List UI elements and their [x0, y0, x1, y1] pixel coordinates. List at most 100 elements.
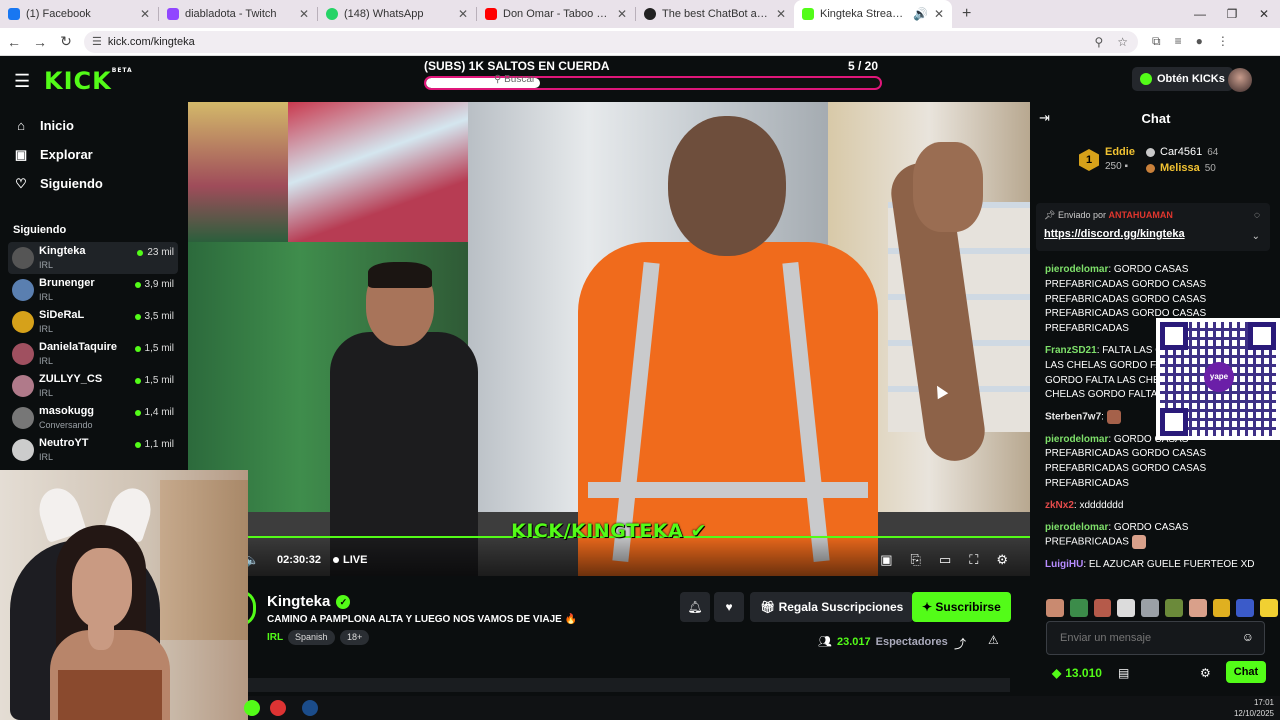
hamburger-menu-icon[interactable]: ☰: [14, 71, 30, 92]
kicks-balance[interactable]: ◆ 13.010: [1052, 666, 1102, 680]
emote-icon[interactable]: [1069, 599, 1088, 617]
extensions-icon[interactable]: ⧉: [1152, 34, 1161, 49]
live-dot: [134, 345, 141, 352]
channel-name[interactable]: Kingteka ✓: [267, 593, 351, 610]
pinned-message[interactable]: 📌︎ Enviado por ANTAHUAMAN ◌ https://disc…: [1036, 203, 1270, 251]
speaker-icon[interactable]: 🔊: [913, 7, 928, 21]
tag-language[interactable]: Spanish: [288, 630, 335, 645]
tab-search-icon[interactable]: ≡: [1175, 34, 1182, 49]
emote-icon[interactable]: [1093, 599, 1112, 617]
video-player[interactable]: KICK/KINGTEKA ✔: [188, 102, 1030, 576]
pinned-link[interactable]: https://discord.gg/kingteka: [1044, 228, 1185, 240]
kick-logo[interactable]: KICKBETA: [44, 67, 133, 95]
emoji-picker-icon[interactable]: ☺: [1242, 630, 1254, 644]
profile-icon[interactable]: ●: [1196, 34, 1203, 49]
search-placeholder[interactable]: ⚲ Buscar: [494, 74, 535, 85]
chat-message-field[interactable]: ☺: [1046, 621, 1265, 655]
nav-following[interactable]: ♡ Siguiendo: [0, 169, 186, 198]
user-avatar[interactable]: [1228, 68, 1252, 92]
obs-icon[interactable]: [270, 700, 286, 716]
forward-icon[interactable]: →: [28, 34, 52, 50]
minimize-icon[interactable]: —: [1184, 0, 1216, 28]
get-kicks-button[interactable]: Obtén KICKs: [1132, 67, 1233, 91]
chat-settings-icon[interactable]: ⚙: [1200, 666, 1211, 680]
theater-mode-icon[interactable]: ▭: [939, 552, 951, 568]
close-tab-icon[interactable]: ✕: [458, 7, 468, 21]
follow-heart-button[interactable]: ♥: [714, 592, 744, 622]
followed-channel[interactable]: Kingteka IRL 23 mil: [8, 242, 178, 274]
zoom-icon[interactable]: ⚲: [1094, 35, 1103, 49]
browser-tab[interactable]: (148) WhatsApp ✕: [318, 0, 476, 28]
emote-icon[interactable]: [1117, 599, 1136, 617]
emote-icon[interactable]: [1046, 599, 1064, 617]
viewer-count: 👥︎ 23.017 Espectadores: [818, 635, 948, 649]
stream-category[interactable]: IRL: [267, 632, 283, 643]
fullscreen-icon[interactable]: ⛶: [969, 552, 978, 568]
close-tab-icon[interactable]: ✕: [140, 7, 150, 21]
clip-icon[interactable]: ⎘: [911, 552, 921, 568]
chat-input[interactable]: [1047, 622, 1237, 654]
emote-icon[interactable]: [1164, 599, 1183, 617]
browser-tab-active[interactable]: Kingteka Stream - Watch Li🔊✕: [794, 0, 952, 28]
stream-title: CAMINO A PAMPLONA ALTA Y LUEGO NOS VAMOS…: [267, 614, 578, 625]
following-heading: Siguiendo: [13, 224, 67, 236]
followed-channel[interactable]: Brunenger IRL 3,9 mil: [8, 274, 178, 306]
browser-tab[interactable]: The best ChatBot and Widgets✕: [636, 0, 794, 28]
picture-in-picture-icon[interactable]: ▣: [880, 552, 892, 568]
emote-icon[interactable]: [1260, 599, 1278, 617]
kick-header: ☰ KICKBETA (SUBS) 1K SALTOS EN CUERDA 5 …: [0, 57, 1280, 103]
site-info-icon[interactable]: ☰: [92, 35, 102, 48]
followed-channel[interactable]: NeutroYT IRL 1,1 mil: [8, 434, 178, 466]
browser-tab[interactable]: diabladota - Twitch ✕: [159, 0, 317, 28]
nav-home[interactable]: ⌂ Inicio: [0, 111, 186, 140]
gift-leaderboard: 1 Eddie 250 ▪ Car456164 Melissa50 ▼: [1032, 139, 1280, 226]
hide-pin-icon[interactable]: ◌: [1254, 210, 1260, 221]
share-icon[interactable]: ⤴: [954, 635, 966, 652]
tag-mature[interactable]: 18+: [340, 630, 370, 645]
send-chat-button[interactable]: Chat: [1226, 661, 1266, 683]
app-icon[interactable]: [244, 700, 260, 716]
close-tab-icon[interactable]: ✕: [617, 7, 627, 21]
webcam-overlay: [0, 470, 248, 720]
settings-gear-icon[interactable]: ⚙: [996, 552, 1008, 568]
menu-icon[interactable]: ⋮: [1217, 34, 1229, 49]
bookmark-star-icon[interactable]: ☆: [1117, 35, 1128, 49]
reload-icon[interactable]: ↻: [54, 33, 78, 50]
video-controls: 🔈 02:30:32 LIVE ▣ ⎘ ▭ ⛶ ⚙: [244, 550, 1030, 570]
report-warning-icon[interactable]: ⚠: [988, 633, 999, 647]
rank-three-icon: [1146, 163, 1155, 173]
users-icon: 👥︎: [818, 636, 832, 648]
followed-channel[interactable]: ZULLYY_CS IRL 1,5 mil: [8, 370, 178, 402]
url-field[interactable]: ☰ kick.com/kingteka ⚲ ☆: [84, 30, 1138, 53]
close-window-icon[interactable]: ✕: [1248, 0, 1280, 28]
gift-subs-button[interactable]: 🎁︎ Regala Suscripciones: [750, 592, 914, 622]
maximize-icon[interactable]: ❐: [1216, 0, 1248, 28]
browser-tab[interactable]: Don Omar - Taboo - YouTube✕: [477, 0, 635, 28]
emote-icon[interactable]: [1188, 599, 1207, 617]
emote-icon[interactable]: [1141, 599, 1159, 617]
close-tab-icon[interactable]: ✕: [299, 7, 309, 21]
close-tab-icon[interactable]: ✕: [934, 7, 944, 21]
subscribe-button[interactable]: ✦ Suscribirse: [912, 592, 1011, 622]
live-dot: [134, 441, 141, 448]
emote-icon[interactable]: [1212, 599, 1231, 617]
followed-channel[interactable]: DanielaTaquire IRL 1,5 mil: [8, 338, 178, 370]
browser-tab[interactable]: (1) Facebook ✕: [0, 0, 158, 28]
avatar: [12, 407, 34, 429]
back-icon[interactable]: ←: [2, 34, 26, 50]
followed-channel[interactable]: masokugg Conversando 1,4 mil: [8, 402, 178, 434]
goal-title: (SUBS) 1K SALTOS EN CUERDA: [424, 59, 610, 73]
notification-bell-button[interactable]: 🔔︎: [680, 592, 710, 622]
close-tab-icon[interactable]: ✕: [776, 7, 786, 21]
stream-info: Kingteka ✓ CAMINO A PAMPLONA ALTA Y LUEGO…: [240, 580, 1030, 675]
new-tab-button[interactable]: +: [952, 5, 981, 23]
emote-icon[interactable]: [1236, 599, 1255, 617]
emote-icon: [1131, 535, 1146, 550]
chevron-down-icon[interactable]: ⌄: [1252, 231, 1260, 242]
live-indicator[interactable]: LIVE: [333, 554, 367, 566]
followed-channel[interactable]: SiDeRaL IRL 3,5 mil: [8, 306, 178, 338]
nav-browse[interactable]: ▣ Explorar: [0, 140, 186, 169]
store-icon[interactable]: ▤: [1118, 666, 1129, 680]
steam-icon[interactable]: [302, 700, 318, 716]
chat-message: zkNx2: xddddddd: [1045, 499, 1124, 511]
